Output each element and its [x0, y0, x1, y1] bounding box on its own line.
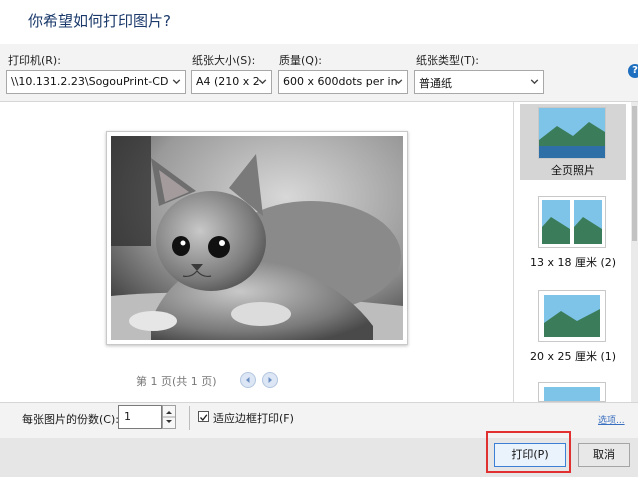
layout-label: 20 x 25 厘米 (1): [529, 350, 617, 363]
layout-thumbnail: [538, 290, 606, 342]
divider: [189, 406, 190, 430]
paper-type-label: 纸张类型(T):: [416, 54, 480, 67]
chevron-down-icon: [530, 79, 539, 85]
copies-input[interactable]: 1: [118, 405, 162, 429]
quality-label: 质量(Q):: [279, 54, 322, 67]
fit-to-frame-label[interactable]: 适应边框打印(F): [213, 410, 294, 426]
paper-size-label: 纸张大小(S):: [192, 54, 256, 67]
copies-label: 每张图片的份数(C):: [22, 413, 119, 426]
previous-page-button[interactable]: [240, 372, 256, 388]
paper-type-select[interactable]: 普通纸: [414, 70, 544, 94]
paper-size-select[interactable]: A4 (210 x 2: [191, 70, 272, 94]
print-button-highlight: [486, 431, 571, 473]
layout-thumbnail-partial[interactable]: [538, 382, 606, 402]
layout-full-page[interactable]: 全页照片: [520, 104, 626, 180]
printer-value: \\10.131.2.23\SogouPrint-CD: [11, 75, 169, 88]
layout-thumbnail: [538, 107, 606, 159]
paper-type-value: 普通纸: [419, 77, 452, 90]
landscape-thumbnail-icon: [539, 291, 605, 341]
layout-scroll-thumb[interactable]: [632, 106, 637, 241]
quality-select[interactable]: 600 x 600dots per in: [278, 70, 408, 94]
options-link[interactable]: 选项...: [598, 413, 625, 426]
next-page-button[interactable]: [262, 372, 278, 388]
chevron-right-icon: [268, 377, 272, 383]
page-indicator: 第 1 页(共 1 页): [136, 375, 217, 388]
chevron-left-icon: [246, 377, 250, 383]
stepper-arrows-icon: [163, 411, 175, 423]
layout-label: 全页照片: [551, 164, 595, 177]
chevron-down-icon: [172, 79, 181, 85]
chevron-down-icon: [394, 79, 403, 85]
help-icon[interactable]: ?: [628, 64, 638, 78]
layout-thumbnail: [538, 196, 606, 248]
layout-13x18[interactable]: 13 x 18 厘米 (2): [520, 194, 626, 274]
dialog-title: 你希望如何打印图片?: [28, 12, 171, 30]
landscape-thumbnail-icon: [544, 387, 600, 401]
kitten-photo: [111, 136, 403, 340]
quality-value: 600 x 600dots per in: [283, 75, 398, 88]
landscape-thumbnail-icon: [539, 108, 605, 158]
preview-page: [106, 131, 408, 345]
copies-value: 1: [124, 410, 131, 423]
cancel-button[interactable]: 取消: [578, 443, 630, 467]
layout-20x25[interactable]: 20 x 25 厘米 (1): [520, 288, 626, 368]
chevron-down-icon: [258, 79, 267, 85]
checkmark-icon: [200, 414, 208, 422]
printer-select[interactable]: \\10.131.2.23\SogouPrint-CD: [6, 70, 186, 94]
two-portrait-thumbnail-icon: [539, 197, 605, 247]
printer-label: 打印机(R):: [8, 54, 61, 67]
paper-size-value: A4 (210 x 2: [196, 75, 260, 88]
layout-label: 13 x 18 厘米 (2): [529, 256, 617, 269]
copies-stepper[interactable]: [162, 405, 176, 429]
fit-to-frame-checkbox[interactable]: [198, 411, 209, 422]
